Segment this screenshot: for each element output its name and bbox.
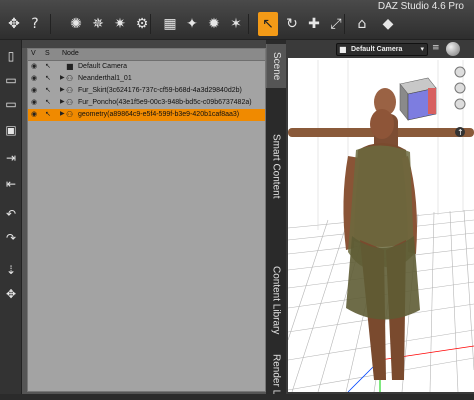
redo-icon[interactable]: ↷ (1, 228, 21, 248)
undo-icon[interactable]: ↶ (1, 204, 21, 224)
open-folder-icon[interactable]: ▭ (1, 70, 21, 90)
node-label: Default Camera (78, 63, 128, 70)
scene-node-row[interactable]: ◉ ↖ ▶ ⚇ Fur_Poncho(43e1f5e9-00c3-948b-bd5c-c… (28, 97, 265, 109)
scene-node-row[interactable]: ◉ ↖ ▶ ⚇ Neanderthal1_01 (28, 73, 265, 85)
camera-dropdown[interactable]: ■ Default Camera ▾ (336, 43, 428, 56)
tab-label: Scene (271, 51, 282, 81)
cube-icon[interactable]: ◆ (378, 14, 398, 34)
column-selectable[interactable]: S (45, 50, 50, 57)
tab-label: Smart Content (270, 133, 282, 199)
tab-scene[interactable]: Scene (266, 44, 286, 88)
scale-icon[interactable]: ⤢ (326, 14, 346, 34)
selectable-arrow-icon[interactable]: ↖ (45, 86, 51, 94)
figure-node-icon: ⚇ (66, 74, 74, 83)
figure-node-icon: ⚇ (66, 110, 74, 119)
geometry-editor-icon[interactable]: ⌂ (352, 14, 372, 34)
scene-node-row[interactable]: ◉ ↖ ▶ ⚇ geometry(a89864c9-e5f4-599f-b3e9-420… (28, 109, 265, 121)
visibility-eye-icon[interactable]: ◉ (31, 62, 37, 70)
viewport-3d[interactable]: ↑ (288, 40, 474, 392)
expand-arrow-icon[interactable]: ▶ (60, 110, 65, 117)
rotate-icon[interactable]: ↻ (282, 14, 302, 34)
selectable-arrow-icon[interactable]: ↖ (45, 98, 51, 106)
visibility-eye-icon[interactable]: ◉ (31, 74, 37, 82)
file-toolbar: ▯ ▭ ▭ ▣ ⇥ ⇤ ↶ ↷ ⇣ ✥ (0, 40, 22, 400)
toolbar-separator (150, 14, 151, 34)
camera-node-icon: ■ (66, 62, 74, 71)
side-tabs: Scene Smart Content Content Library Render … (266, 40, 286, 400)
expand-arrow-icon[interactable]: ▶ (60, 98, 65, 105)
viewport-header: ■ Default Camera ▾ ≡ (288, 40, 474, 58)
expand-arrow-icon[interactable]: ▶ (60, 74, 65, 81)
gear-icon[interactable]: ⚙ (132, 14, 152, 34)
translate-icon[interactable]: ✚ (304, 14, 324, 34)
save-icon[interactable]: ▣ (1, 120, 21, 140)
figure-node-icon: ⚇ (66, 86, 74, 95)
window-title: DAZ Studio 4.6 Pro (377, 1, 464, 12)
toolbar-separator (50, 14, 51, 34)
draw-style-icon[interactable] (446, 42, 460, 56)
camera-label: Default Camera (351, 46, 403, 53)
spot-light-icon[interactable]: ✵ (88, 14, 108, 34)
scene-tree[interactable]: V S Node ◉ ↖ ■ Default Camera ◉ ↖ ▶ ⚇ Neandertha… (27, 48, 266, 392)
visibility-eye-icon[interactable]: ◉ (31, 86, 37, 94)
node-label: Neanderthal1_01 (78, 75, 132, 82)
selectable-arrow-icon[interactable]: ↖ (45, 74, 51, 82)
camera-icon: ■ (339, 45, 347, 54)
tab-label: Content Library (270, 265, 282, 335)
new-file-icon[interactable]: ▯ (1, 46, 21, 66)
tree-header: V S Node (28, 49, 265, 61)
joint-editor-icon[interactable]: ✦ (182, 14, 202, 34)
viewport-scene: ↑ (288, 60, 474, 392)
toolbar-separator (344, 14, 345, 34)
tab-smart-content[interactable]: Smart Content (266, 110, 286, 222)
node-label: geometry(a89864c9-e5f4-599f-b3e9-420b1ca… (78, 111, 240, 118)
import-icon[interactable]: ⇥ (1, 148, 21, 168)
open-recent-icon[interactable]: ▭ (1, 94, 21, 114)
status-bar (0, 394, 474, 400)
export-icon[interactable]: ⇤ (1, 174, 21, 194)
viewport-nav-controls[interactable]: ↑ (454, 66, 466, 137)
region-navigator-icon[interactable]: ✶ (226, 14, 246, 34)
help-icon[interactable]: ? (25, 14, 45, 34)
node-label: Fur_Skirt(3c624176-737c-cf59-b68d-4a3d29… (78, 87, 242, 94)
spotlight-tool-icon[interactable]: ✹ (204, 14, 224, 34)
column-node[interactable]: Node (62, 50, 79, 57)
figure-front (343, 109, 420, 380)
scene-pane: V S Node ◉ ↖ ■ Default Camera ◉ ↖ ▶ ⚇ Neandertha… (22, 40, 266, 394)
light-icon[interactable]: ✺ (66, 14, 86, 34)
pane-header (22, 40, 266, 48)
view-cube[interactable] (399, 77, 437, 121)
toolbar-separator (248, 14, 249, 34)
scene-node-row[interactable]: ◉ ↖ ■ Default Camera (28, 61, 265, 73)
expand-arrow-icon[interactable]: ▶ (60, 86, 65, 93)
node-label: Fur_Poncho(43e1f5e9-00c3-948b-bd5c-c09b6… (78, 99, 252, 106)
pointer-icon[interactable]: ↖ (258, 12, 278, 36)
selectable-arrow-icon[interactable]: ↖ (45, 110, 51, 118)
svg-text:↑: ↑ (457, 128, 464, 137)
chevron-down-icon: ▾ (420, 45, 424, 53)
figure-node-icon: ⚇ (66, 98, 74, 107)
column-visible[interactable]: V (31, 50, 36, 57)
selectable-arrow-icon[interactable]: ↖ (45, 62, 51, 70)
node-selection-icon[interactable]: ▦ (160, 14, 180, 34)
universal-tool-icon[interactable]: ✥ (4, 14, 24, 34)
pin-icon[interactable]: ⇣ (1, 260, 21, 280)
tab-content-library[interactable]: Content Library (266, 240, 286, 360)
visibility-eye-icon[interactable]: ◉ (31, 98, 37, 106)
scene-node-row[interactable]: ◉ ↖ ▶ ⚇ Fur_Skirt(3c624176-737c-cf59-b68d-4a… (28, 85, 265, 97)
add-light-icon[interactable]: ✷ (110, 14, 130, 34)
main-toolbar: DAZ Studio 4.6 Pro ✥? ✺ ✵ ✷ ⚙ ▦ ✦ ✹ ✶ ↖ ↻ ✚ ⤢ ⌂ ◆ (0, 0, 474, 40)
viewport-menu-icon[interactable]: ≡ (432, 43, 442, 55)
snap-icon[interactable]: ✥ (1, 284, 21, 304)
visibility-eye-icon[interactable]: ◉ (31, 110, 37, 118)
